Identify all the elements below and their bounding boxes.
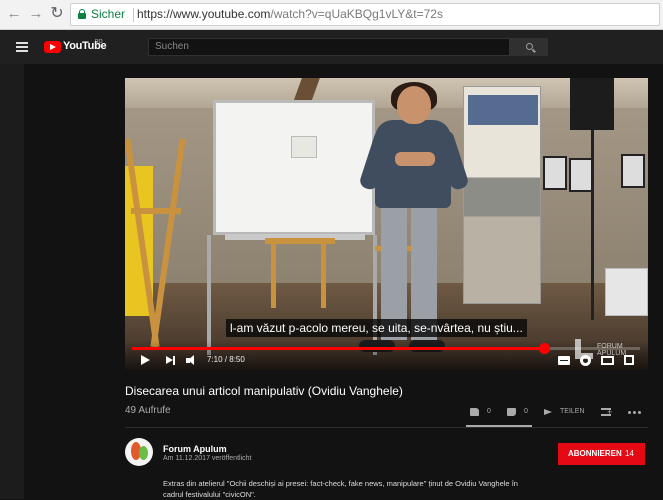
thumb-down-icon	[507, 408, 516, 416]
more-icon	[628, 411, 631, 414]
video-paper	[291, 136, 317, 158]
video-whiteboard-leg	[207, 235, 211, 355]
secure-label: Sicher	[91, 7, 126, 21]
section-divider	[125, 427, 648, 428]
thumb-up-icon	[470, 408, 479, 416]
subtitle-caption: l-am văzut p-acolo mereu, se uita, se-nv…	[226, 319, 527, 337]
video-title: Disecarea unui articol manipulativ (Ovid…	[125, 384, 403, 398]
video-speaker	[570, 78, 614, 130]
video-banner	[463, 86, 541, 304]
play-icon[interactable]	[141, 355, 150, 365]
captions-icon[interactable]	[558, 356, 570, 365]
video-person	[397, 86, 431, 124]
video-frame	[569, 158, 593, 192]
video-tripod	[591, 130, 594, 320]
hamburger-menu-icon[interactable]	[16, 42, 28, 52]
search-button[interactable]	[510, 38, 548, 56]
logo-region: RO	[95, 39, 103, 45]
channel-name[interactable]: Forum Apulum	[163, 444, 227, 454]
gear-icon[interactable]	[580, 355, 591, 366]
subscribe-button[interactable]: ABONNIEREN 14	[558, 443, 645, 465]
share-label: TEILEN	[560, 408, 585, 415]
url-text: https://www.youtube.com/watch?v=qUaKBQg1…	[137, 4, 443, 25]
video-description: Extras din atelierul "Ochii deschiși ai …	[163, 479, 518, 499]
next-icon[interactable]	[166, 354, 178, 368]
fullscreen-icon[interactable]	[624, 355, 634, 365]
search-icon	[526, 43, 533, 50]
theater-mode-icon[interactable]	[601, 356, 614, 365]
add-to-playlist-button[interactable]	[601, 405, 615, 419]
video-person	[395, 152, 435, 166]
volume-icon[interactable]	[186, 354, 200, 368]
youtube-play-logo-icon	[44, 41, 61, 53]
youtube-header: YouTube RO Suchen	[0, 30, 663, 64]
dislike-count: 0	[524, 408, 528, 415]
add-to-playlist-icon	[601, 405, 612, 419]
page-background-strip	[0, 64, 24, 499]
url-path: /watch?v=qUaKBQg1vLY&t=72s	[270, 7, 443, 21]
url-host: https://www.youtube.com	[137, 7, 271, 21]
reload-icon[interactable]: ↻	[49, 6, 65, 22]
subscribe-label: ABONNIEREN	[568, 449, 622, 458]
video-case	[605, 268, 648, 316]
video-frame	[621, 154, 645, 188]
search-input[interactable]: Suchen	[148, 38, 510, 56]
video-whiteboard-leg	[373, 235, 377, 355]
video-stool	[321, 238, 326, 308]
like-count: 0	[487, 408, 491, 415]
lock-icon	[78, 9, 86, 19]
scrubber-handle[interactable]	[538, 343, 550, 354]
subscriber-count: 14	[625, 449, 634, 458]
video-frame	[543, 156, 567, 190]
arrow-left-icon[interactable]: ←	[6, 6, 22, 22]
view-count: 49 Aufrufe	[125, 405, 171, 416]
watermark-text: FORUM APULUM	[597, 343, 626, 357]
video-stool	[271, 238, 276, 308]
browser-toolbar: ← → ↻ Sicher https://www.youtube.com/wat…	[0, 0, 663, 30]
address-bar[interactable]: Sicher https://www.youtube.com/watch?v=q…	[70, 3, 660, 26]
progress-bar[interactable]	[132, 343, 640, 354]
time-display: 7:10 / 8:50	[207, 355, 245, 364]
more-actions-button[interactable]	[628, 405, 644, 419]
video-easel	[131, 208, 181, 214]
video-whiteboard	[213, 100, 375, 235]
address-separator	[133, 8, 134, 22]
arrow-right-icon[interactable]: →	[28, 6, 44, 22]
avatar[interactable]	[125, 438, 153, 466]
publish-date: Am 11.12.2017 veröffentlicht	[163, 455, 252, 462]
controls-gradient	[125, 340, 648, 370]
progress-fill	[132, 347, 544, 350]
share-icon	[544, 409, 552, 415]
